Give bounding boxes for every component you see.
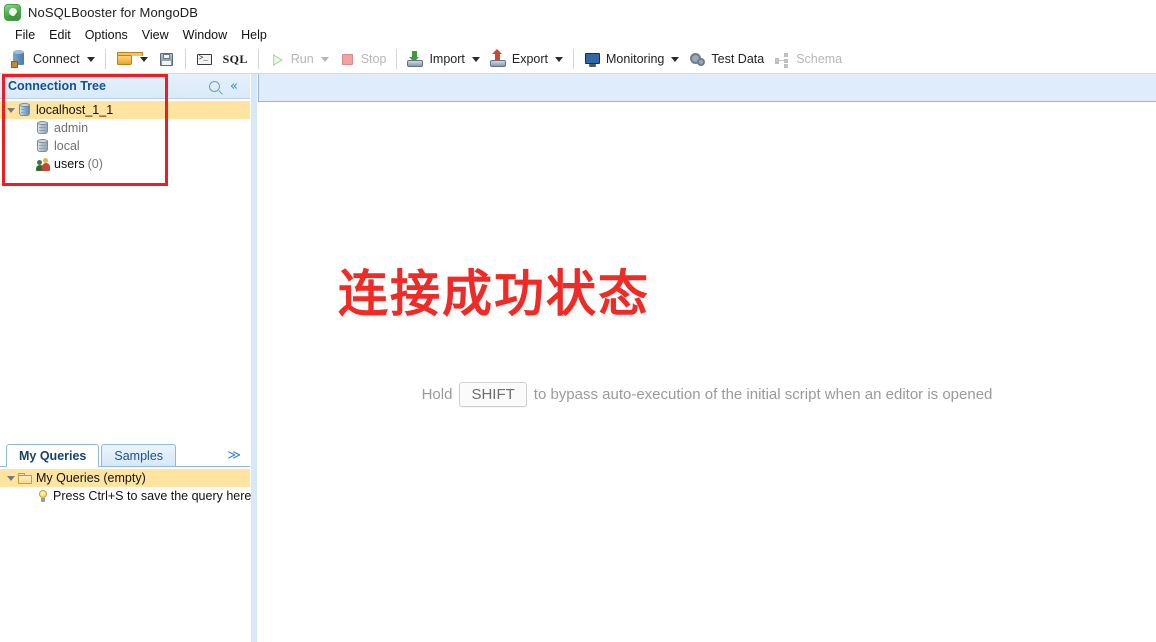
tree-node-label: users: [54, 157, 85, 171]
menu-item-help[interactable]: Help: [234, 26, 274, 44]
run-play-icon: [269, 51, 286, 68]
stop-square-icon: [339, 51, 356, 68]
expander-down-icon[interactable]: [4, 107, 18, 113]
server-icon: [18, 102, 32, 118]
collapse-panel-icon[interactable]: «: [224, 76, 244, 96]
title-bar: NoSQLBooster for MongoDB: [0, 0, 1156, 24]
import-label: Import: [429, 52, 465, 66]
left-panel: Connection Tree « localhost_1_1 admin lo…: [0, 74, 252, 642]
menu-item-options[interactable]: Options: [78, 26, 135, 44]
queries-hint-label: Press Ctrl+S to save the query here: [53, 489, 252, 503]
tree-node-local[interactable]: local: [0, 137, 250, 155]
import-icon: [407, 50, 424, 68]
test-data-label: Test Data: [711, 52, 765, 66]
work-area: Connection Tree « localhost_1_1 admin lo…: [0, 74, 1156, 642]
sql-button[interactable]: SQL: [218, 47, 253, 71]
search-icon[interactable]: [204, 76, 224, 96]
tree-node-label: local: [54, 139, 80, 153]
users-icon: [36, 157, 51, 172]
database-icon: [36, 120, 50, 136]
app-leaf-icon: [4, 3, 21, 21]
tree-node-users[interactable]: users (0): [0, 155, 250, 173]
tree-node-count: (0): [87, 157, 103, 171]
tree-node-label: admin: [54, 121, 89, 135]
shift-hint: Hold SHIFT to bypass auto-execution of t…: [258, 382, 1156, 407]
save-disk-icon: [158, 51, 175, 68]
panel-splitter[interactable]: [250, 74, 258, 642]
connection-tree-header: Connection Tree «: [0, 74, 250, 99]
connection-tree[interactable]: localhost_1_1 admin local users (0): [0, 99, 250, 441]
open-folder-icon: [116, 51, 143, 68]
toolbar-separator: [396, 49, 398, 69]
connection-tree-title: Connection Tree: [8, 79, 106, 93]
menu-item-edit[interactable]: Edit: [42, 26, 78, 44]
save-button[interactable]: [153, 47, 180, 71]
queries-root-row[interactable]: My Queries (empty): [0, 469, 250, 487]
hint-suffix: to bypass auto-execution of the initial …: [533, 386, 993, 403]
window-title: NoSQLBooster for MongoDB: [28, 4, 199, 20]
stop-label: Stop: [360, 52, 387, 66]
export-label: Export: [511, 52, 549, 66]
queries-overflow-icon[interactable]: ≫: [227, 449, 250, 466]
monitoring-button[interactable]: Monitoring: [579, 47, 684, 71]
connect-button[interactable]: Connect: [6, 47, 100, 71]
sql-label: SQL: [222, 51, 248, 66]
queries-panel: My Queries Samples ≫ My Queries (empty): [0, 441, 252, 642]
menu-bar: File Edit Options View Window Help: [0, 24, 1156, 45]
folder-icon: [18, 472, 33, 485]
tree-node-localhost[interactable]: localhost_1_1: [0, 101, 250, 119]
export-dropdown-caret-icon[interactable]: [555, 56, 564, 62]
menu-item-file[interactable]: File: [8, 26, 42, 44]
shell-button[interactable]: [191, 47, 218, 71]
tree-node-admin[interactable]: admin: [0, 119, 250, 137]
toolbar-separator: [184, 49, 186, 69]
main-area: 连接成功状态 Hold SHIFT to bypass auto-executi…: [258, 74, 1156, 642]
monitoring-dropdown-caret-icon[interactable]: [671, 56, 680, 62]
toolbar-separator: [573, 49, 575, 69]
monitor-icon: [584, 51, 601, 68]
menu-item-window[interactable]: Window: [176, 26, 234, 44]
queries-tabstrip: My Queries Samples ≫: [0, 442, 250, 467]
lightbulb-icon: [36, 489, 50, 503]
tab-my-queries[interactable]: My Queries: [6, 444, 100, 467]
stop-button[interactable]: Stop: [334, 47, 392, 71]
run-button[interactable]: Run: [264, 47, 334, 71]
editor-tabbar[interactable]: [258, 74, 1156, 102]
connect-icon: [11, 49, 28, 68]
expander-down-icon[interactable]: [4, 475, 18, 481]
export-icon: [489, 48, 507, 68]
open-dropdown-caret-icon[interactable]: [139, 56, 148, 62]
toolbar: Connect SQL Run Stop Impor: [0, 45, 1156, 74]
schema-nodes-icon: [774, 51, 791, 68]
hint-prefix: Hold: [421, 386, 453, 403]
tab-samples[interactable]: Samples: [101, 444, 177, 466]
export-button[interactable]: Export: [485, 47, 568, 71]
queries-hint-row: Press Ctrl+S to save the query here: [0, 487, 252, 505]
connect-label: Connect: [33, 52, 80, 66]
schema-label: Schema: [796, 52, 843, 66]
open-file-button[interactable]: [111, 47, 153, 71]
shift-key-badge: SHIFT: [459, 382, 527, 407]
import-dropdown-caret-icon[interactable]: [471, 56, 480, 62]
status-annotation-text: 连接成功状态: [338, 265, 650, 323]
queries-tree[interactable]: My Queries (empty) Press Ctrl+S to save …: [0, 467, 252, 505]
expander-right-icon[interactable]: [22, 124, 36, 132]
run-dropdown-caret-icon[interactable]: [320, 56, 329, 62]
connect-dropdown-caret-icon[interactable]: [86, 56, 95, 62]
run-label: Run: [290, 52, 314, 66]
console-icon: [196, 51, 213, 68]
toolbar-separator: [257, 49, 259, 69]
editor-canvas[interactable]: 连接成功状态 Hold SHIFT to bypass auto-executi…: [258, 102, 1156, 642]
monitoring-label: Monitoring: [606, 52, 665, 66]
tree-node-label: localhost_1_1: [36, 103, 114, 117]
expander-right-icon[interactable]: [22, 142, 36, 150]
menu-item-view[interactable]: View: [135, 26, 176, 44]
test-data-button[interactable]: Test Data: [684, 47, 769, 71]
gears-icon: [689, 51, 706, 68]
import-button[interactable]: Import: [402, 47, 484, 71]
database-icon: [36, 138, 50, 154]
queries-root-label: My Queries (empty): [36, 471, 146, 485]
toolbar-separator: [104, 49, 106, 69]
schema-button[interactable]: Schema: [769, 47, 847, 71]
